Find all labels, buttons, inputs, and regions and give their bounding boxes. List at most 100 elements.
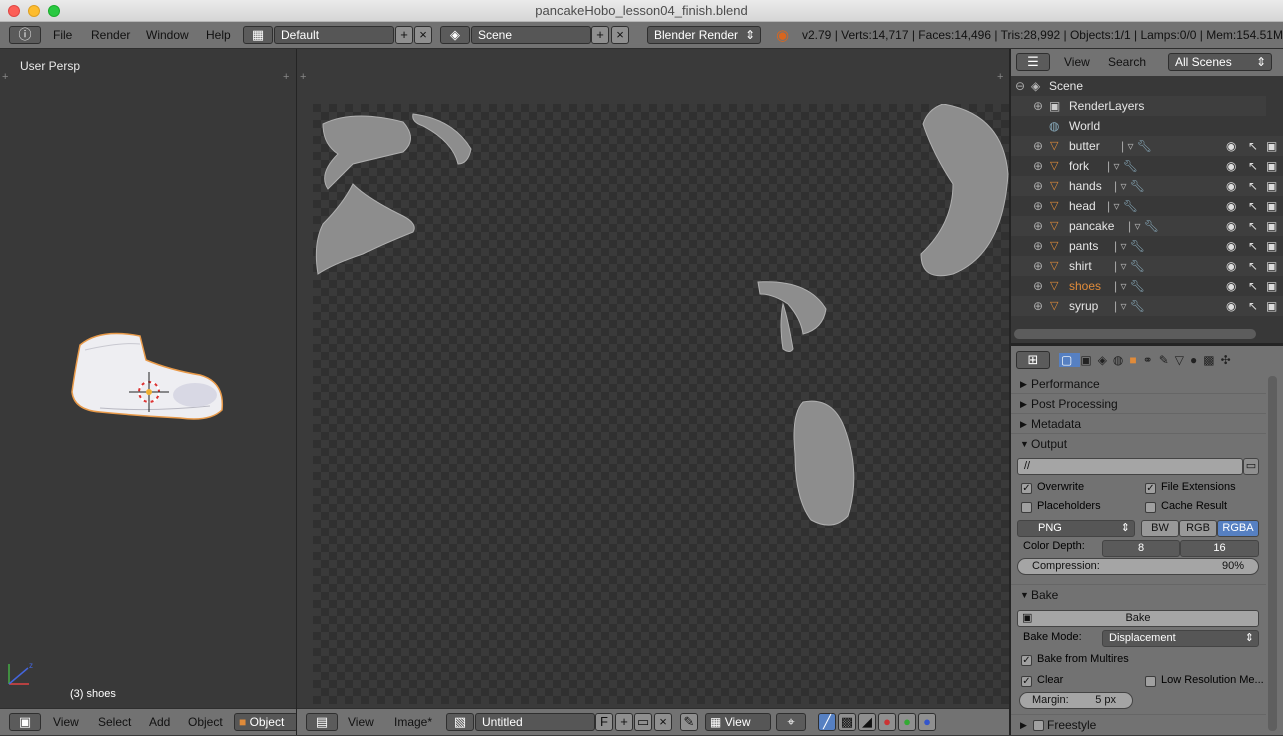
menu-help[interactable]: Help — [206, 22, 231, 49]
renderable-camera-icon[interactable]: ▣ — [1266, 216, 1277, 236]
depth-8-button[interactable]: 8 — [1102, 540, 1180, 557]
placeholders-checkbox[interactable] — [1021, 502, 1032, 513]
visibility-eye-icon[interactable]: ◉ — [1226, 136, 1236, 156]
image-browse-icon[interactable]: ▧ — [446, 713, 474, 731]
menu-file[interactable]: File — [53, 22, 72, 49]
add-scene-button[interactable]: + — [591, 26, 609, 44]
scene-icon[interactable]: ◈ — [440, 26, 470, 44]
panel-metadata[interactable]: ▶ Metadata — [1011, 414, 1266, 434]
visibility-eye-icon[interactable]: ◉ — [1226, 236, 1236, 256]
screen-layout-icon[interactable]: ▦ — [243, 26, 273, 44]
add-layout-button[interactable]: + — [395, 26, 413, 44]
selectable-cursor-icon[interactable]: ↖ — [1248, 256, 1258, 276]
render-engine-select[interactable]: Blender Render ⇕ — [647, 26, 761, 44]
collapse-icon[interactable]: ⊖ — [1015, 76, 1025, 96]
object-tab-icon[interactable]: ■ — [1129, 353, 1142, 367]
panel-bake[interactable]: ▼ Bake — [1011, 584, 1266, 604]
uv-menu-image[interactable]: Image* — [394, 709, 432, 736]
renderable-camera-icon[interactable]: ▣ — [1266, 276, 1277, 296]
new-image-button[interactable]: + — [615, 713, 633, 731]
renderable-camera-icon[interactable]: ▣ — [1266, 296, 1277, 316]
renderable-camera-icon[interactable]: ▣ — [1266, 236, 1277, 256]
blue-channel-icon[interactable]: ● — [918, 713, 936, 731]
visibility-eye-icon[interactable]: ◉ — [1226, 176, 1236, 196]
scene-tab-icon[interactable]: ◈ — [1098, 353, 1113, 367]
outliner-row-syrup[interactable]: ⊕ ▽ syrup | ▿ 🔧︎ ◉ ↖ ▣ — [1011, 296, 1283, 316]
panel-performance[interactable]: ▶ Performance — [1011, 374, 1266, 394]
render-tab-icon[interactable]: ▢ — [1059, 353, 1081, 367]
color-bw-button[interactable]: BW — [1141, 520, 1179, 537]
green-channel-icon[interactable]: ● — [898, 713, 916, 731]
editor-type-properties-button[interactable]: ⊞ — [1016, 351, 1050, 369]
visibility-eye-icon[interactable]: ◉ — [1226, 196, 1236, 216]
outliner-menu-search[interactable]: Search — [1108, 49, 1146, 76]
selectable-cursor-icon[interactable]: ↖ — [1248, 296, 1258, 316]
data-tab-icon[interactable]: ▽ — [1175, 353, 1190, 367]
outliner-row-world[interactable]: ◍ World — [1011, 116, 1266, 136]
viewport-3d[interactable]: User Persp + + z (3) shoes — [0, 50, 296, 708]
outliner-row-renderlayers[interactable]: ⊕ ▣ RenderLayers — [1011, 96, 1266, 116]
show-zbuffer-icon[interactable]: ◢ — [858, 713, 876, 731]
outliner-menu-view[interactable]: View — [1064, 49, 1090, 76]
outliner-row-pants[interactable]: ⊕ ▽ pants | ▿ 🔧︎ ◉ ↖ ▣ — [1011, 236, 1283, 256]
visibility-eye-icon[interactable]: ◉ — [1226, 156, 1236, 176]
selectable-cursor-icon[interactable]: ↖ — [1248, 276, 1258, 296]
editor-type-info-button[interactable]: ⓘ — [9, 26, 41, 44]
editor-mode-select[interactable]: ▦ View — [705, 713, 771, 731]
menu-render[interactable]: Render — [91, 22, 130, 49]
editor-type-3d-button[interactable]: ▣ — [9, 713, 41, 731]
outliner-horizontal-scrollbar[interactable] — [1014, 329, 1256, 339]
viewport-menu-view[interactable]: View — [53, 709, 79, 736]
uv-islands[interactable] — [313, 104, 1009, 704]
expand-icon[interactable]: ⊕ — [1033, 296, 1043, 316]
constraints-tab-icon[interactable]: ⚭ — [1143, 353, 1159, 367]
outliner-display-mode-select[interactable]: All Scenes ⇕ — [1168, 53, 1272, 71]
open-image-button[interactable]: ▭ — [634, 713, 652, 731]
expand-icon[interactable]: ⊕ — [1033, 236, 1043, 256]
uv-menu-view[interactable]: View — [348, 709, 374, 736]
expand-icon[interactable]: ⊕ — [1033, 136, 1043, 156]
panel-freestyle[interactable]: ▶ Freestyle — [1011, 714, 1266, 735]
margin-field[interactable]: Margin: 5 px — [1019, 692, 1133, 709]
freestyle-checkbox[interactable] — [1033, 720, 1044, 731]
particles-tab-icon[interactable]: ✣ — [1221, 353, 1237, 367]
material-tab-icon[interactable]: ● — [1190, 353, 1203, 367]
viewport-menu-object[interactable]: Object — [188, 709, 223, 736]
properties-toggle-icon[interactable]: + — [283, 71, 289, 83]
editor-type-outliner-button[interactable]: ☰ — [1016, 53, 1050, 71]
outliner-row-pancake[interactable]: ⊕ ▽ pancake | ▿ 🔧︎ ◉ ↖ ▣ — [1011, 216, 1283, 236]
renderable-camera-icon[interactable]: ▣ — [1266, 156, 1277, 176]
pivot-point-icon[interactable]: ⌖ — [776, 713, 806, 731]
outliner-row-hands[interactable]: ⊕ ▽ hands | ▿ 🔧︎ ◉ ↖ ▣ — [1011, 176, 1283, 196]
bake-from-multires-checkbox[interactable]: ✓ — [1021, 655, 1032, 666]
visibility-eye-icon[interactable]: ◉ — [1226, 276, 1236, 296]
expand-icon[interactable]: ⊕ — [1033, 196, 1043, 216]
bake-mode-select[interactable]: Displacement ⇕ — [1102, 630, 1259, 647]
overwrite-checkbox[interactable]: ✓ — [1021, 483, 1032, 494]
panel-output[interactable]: ▼ Output — [1011, 434, 1266, 454]
visibility-eye-icon[interactable]: ◉ — [1226, 216, 1236, 236]
renderable-camera-icon[interactable]: ▣ — [1266, 176, 1277, 196]
show-uv-icon[interactable]: ╱ — [818, 713, 836, 731]
modifiers-tab-icon[interactable]: ✎ — [1159, 353, 1175, 367]
color-rgba-button[interactable]: RGBA — [1217, 520, 1259, 537]
screen-layout-field[interactable]: Default — [274, 26, 394, 44]
selectable-cursor-icon[interactable]: ↖ — [1248, 136, 1258, 156]
file-format-select[interactable]: PNG ⇕ — [1017, 520, 1135, 537]
expand-icon[interactable]: ⊕ — [1033, 176, 1043, 196]
selectable-cursor-icon[interactable]: ↖ — [1248, 216, 1258, 236]
scene-field[interactable]: Scene — [471, 26, 591, 44]
selectable-cursor-icon[interactable]: ↖ — [1248, 156, 1258, 176]
expand-icon[interactable]: ⊕ — [1033, 276, 1043, 296]
image-name-field[interactable]: Untitled — [475, 713, 595, 731]
low-resolution-checkbox[interactable] — [1145, 676, 1156, 687]
editor-type-uv-button[interactable]: ▤ — [306, 713, 338, 731]
visibility-eye-icon[interactable]: ◉ — [1226, 296, 1236, 316]
selectable-cursor-icon[interactable]: ↖ — [1248, 196, 1258, 216]
fake-user-button[interactable]: F — [595, 713, 613, 731]
interaction-mode-select[interactable]: ■ Object — [234, 713, 298, 731]
uv-toolshelf-toggle-icon[interactable]: + — [300, 71, 306, 83]
red-channel-icon[interactable]: ● — [878, 713, 896, 731]
outliner-row-head[interactable]: ⊕ ▽ head | ▿ 🔧︎ ◉ ↖ ▣ — [1011, 196, 1283, 216]
expand-icon[interactable]: ⊕ — [1033, 156, 1043, 176]
